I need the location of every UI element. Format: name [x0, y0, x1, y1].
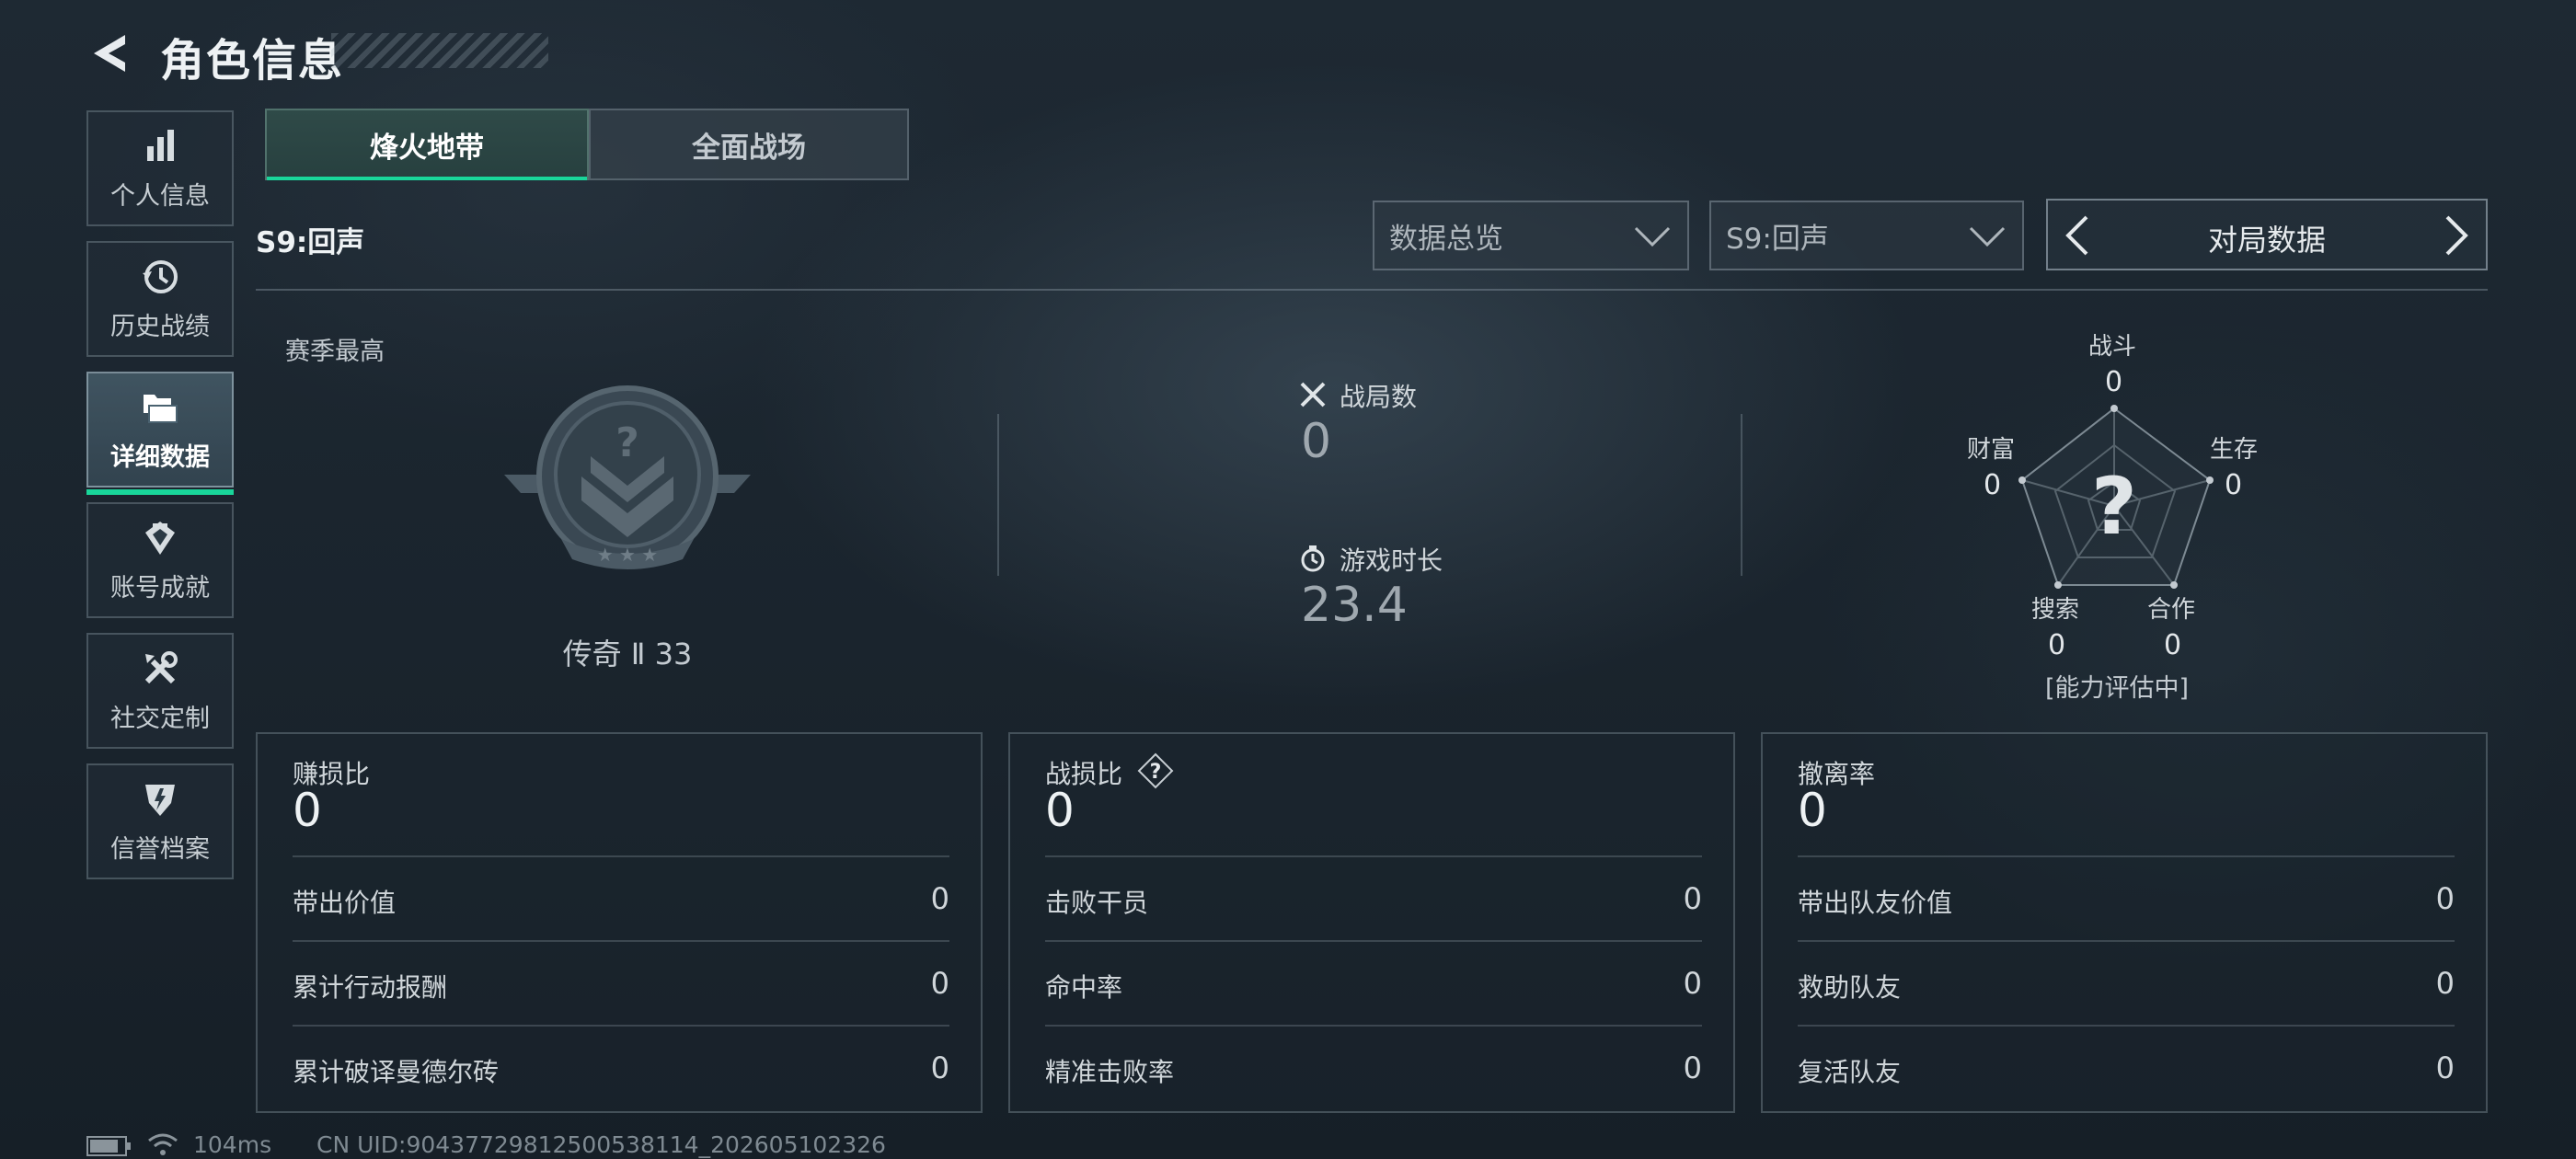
card-value: 0	[1045, 784, 1075, 837]
crossed-swords-icon	[1300, 382, 1326, 407]
season-label: S9:回声	[256, 226, 365, 259]
section-divider	[256, 289, 2488, 291]
wifi-icon	[148, 1133, 178, 1155]
sidebar-item-social-custom[interactable]: 社交定制	[86, 633, 234, 749]
ping-text: 104ms	[193, 1131, 272, 1158]
radar-label-combat: 战斗	[2088, 333, 2137, 361]
data-type-pager: 对局数据	[2046, 199, 2488, 270]
profit-loss-card: 赚损比 0 带出价值 0 累计行动报酬 0 累计破译曼德尔砖 0	[256, 732, 983, 1113]
view-select[interactable]: 数据总览	[1373, 201, 1689, 270]
card-row: 救助队友 0	[1798, 940, 2455, 1025]
tools-icon	[144, 650, 178, 683]
radar-value-survival: 0	[2225, 469, 2243, 501]
chevron-down-icon	[1634, 226, 1671, 247]
sidebar-item-label: 账号成就	[110, 573, 210, 602]
view-select-value: 数据总览	[1389, 222, 1503, 256]
row-value: 0	[930, 881, 949, 916]
page-title: 角色信息	[160, 35, 345, 86]
row-value: 0	[2435, 966, 2455, 1001]
row-value: 0	[1683, 1050, 1702, 1085]
tab-warzone[interactable]: 烽火地带	[265, 109, 589, 180]
shield-icon	[145, 784, 175, 816]
extraction-rate-card: 撤离率 0 带出队友价值 0 救助队友 0 复活队友 0	[1761, 732, 2488, 1113]
row-name: 带出价值	[293, 888, 397, 918]
row-value: 0	[2435, 1050, 2455, 1085]
radar-label-teamwork: 合作	[2147, 596, 2196, 624]
row-name: 救助队友	[1798, 972, 1902, 1003]
card-value: 0	[293, 784, 322, 837]
rank-emblem-icon: ? ★ ★ ★	[504, 385, 751, 569]
row-value: 0	[2435, 881, 2455, 916]
uid-text: CN UID:9043772981250053811​4_20260510232…	[316, 1131, 886, 1158]
svg-text:?: ?	[2091, 461, 2137, 553]
radar-label-survival: 生存	[2210, 436, 2259, 464]
chevron-down-icon	[1969, 226, 2006, 247]
row-name: 累计破译曼德尔砖	[293, 1057, 500, 1087]
playtime-label: 游戏时长	[1340, 545, 1443, 576]
stopwatch-icon	[1301, 545, 1325, 572]
chevron-right-icon[interactable]	[2440, 215, 2473, 256]
season-best-label: 赛季最高	[285, 338, 385, 366]
rank-text: 传奇 Ⅱ 33	[562, 637, 693, 671]
row-name: 命中率	[1045, 972, 1123, 1003]
radar-value-combat: 0	[2105, 366, 2123, 398]
row-name: 击败干员	[1045, 888, 1149, 918]
sidebar-item-label: 详细数据	[110, 442, 210, 472]
card-row: 精准击败率 0	[1045, 1025, 1702, 1109]
matches-label: 战局数	[1340, 382, 1418, 412]
row-value: 0	[930, 966, 949, 1001]
card-row: 累计行动报酬 0	[293, 940, 949, 1025]
sidebar-item-match-history[interactable]: 历史战绩	[86, 241, 234, 357]
radar-value-search: 0	[2048, 629, 2066, 661]
row-name: 复活队友	[1798, 1057, 1902, 1087]
card-value: 0	[1798, 784, 1827, 837]
help-icon[interactable]: ?	[1137, 752, 1174, 789]
radar-label-search: 搜索	[2031, 596, 2080, 624]
svg-text:?: ?	[1150, 761, 1162, 784]
column-divider	[997, 414, 999, 576]
row-name: 精准击败率	[1045, 1057, 1175, 1087]
row-name: 带出队友价值	[1798, 888, 1953, 918]
card-row: 命中率 0	[1045, 940, 1702, 1025]
sidebar-item-detailed-data[interactable]: 详细数据	[86, 372, 234, 495]
sidebar-item-label: 信誉档案	[110, 834, 210, 864]
kill-death-card: 战损比 ? 0 击败干员 0 命中率 0 精准击败率 0	[1008, 732, 1735, 1113]
column-divider	[1741, 414, 1742, 576]
card-row: 带出队友价值 0	[1798, 855, 2455, 940]
row-name: 累计行动报酬	[293, 972, 448, 1003]
svg-text:★ ★ ★: ★ ★ ★	[597, 544, 659, 566]
card-row: 带出价值 0	[293, 855, 949, 940]
season-select-value: S9:回声	[1726, 222, 1829, 256]
card-row: 复活队友 0	[1798, 1025, 2455, 1109]
tab-full-battlefield[interactable]: 全面战场	[589, 109, 909, 180]
row-value: 0	[1683, 881, 1702, 916]
sidebar-item-label: 历史战绩	[110, 312, 210, 341]
row-value: 0	[930, 1050, 949, 1085]
matches-value: 0	[1301, 414, 1332, 469]
sidebar-item-personal-info[interactable]: 个人信息	[86, 110, 234, 226]
sidebar-item-achievements[interactable]: 账号成就	[86, 502, 234, 618]
ability-radar-chart: ?	[2018, 405, 2214, 589]
svg-text:?: ?	[615, 419, 639, 466]
sidebar-item-label: 社交定制	[110, 704, 210, 733]
radar-label-wealth: 财富	[1967, 436, 2016, 464]
battery-icon	[86, 1136, 131, 1156]
playtime-value: 23.4	[1301, 578, 1408, 633]
radar-value-teamwork: 0	[2164, 629, 2182, 661]
sidebar-item-reputation[interactable]: 信誉档案	[86, 763, 234, 879]
history-icon	[143, 259, 178, 293]
title-decoration	[331, 33, 548, 68]
card-row: 累计破译曼德尔砖 0	[293, 1025, 949, 1109]
bar-chart-icon	[147, 129, 174, 161]
season-select[interactable]: S9:回声	[1709, 201, 2024, 270]
back-arrow-icon[interactable]	[85, 28, 136, 79]
row-value: 0	[1683, 966, 1702, 1001]
folders-icon	[144, 394, 178, 423]
pager-label: 对局数据	[2207, 223, 2326, 258]
radar-status: [能力评估中]	[2044, 674, 2190, 703]
radar-value-wealth: 0	[1984, 469, 2002, 501]
sidebar-item-label: 个人信息	[110, 181, 210, 211]
achievement-icon	[145, 521, 175, 555]
card-row: 击败干员 0	[1045, 855, 1702, 940]
